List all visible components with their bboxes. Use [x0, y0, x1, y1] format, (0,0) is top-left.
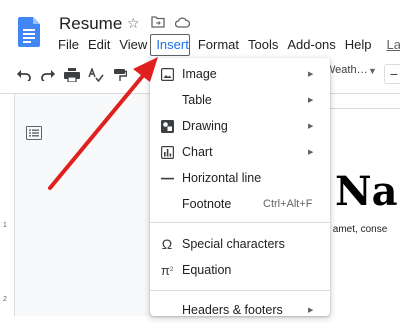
google-docs-logo-icon[interactable] — [18, 17, 40, 47]
cloud-status-icon[interactable] — [175, 17, 190, 28]
omega-icon: Ω — [161, 236, 173, 252]
menu-addons[interactable]: Add-ons — [287, 37, 340, 53]
insert-drawing-item[interactable]: Drawing ▶ — [150, 113, 330, 139]
insert-table-item[interactable]: Table ▶ — [150, 87, 330, 113]
font-selector[interactable]: Weath… — [325, 64, 367, 84]
insert-equation-item[interactable]: π2 Equation — [150, 257, 330, 283]
move-folder-icon[interactable] — [151, 16, 165, 28]
submenu-arrow-icon: ▶ — [308, 123, 314, 130]
insert-horizontal-line-item[interactable]: Horizontal line — [150, 165, 330, 191]
insert-special-characters-item[interactable]: Ω Special characters — [150, 231, 330, 257]
menu-item-label: Headers & footers — [182, 303, 283, 317]
insert-chart-item[interactable]: Chart ▶ — [150, 139, 330, 165]
submenu-arrow-icon: ▶ — [308, 97, 314, 104]
menu-tools[interactable]: Tools — [248, 37, 283, 53]
pi-icon: π2 — [160, 262, 174, 278]
menu-item-label: Table — [182, 93, 212, 107]
menu-format[interactable]: Format — [198, 37, 244, 53]
star-icon[interactable]: ☆ — [127, 15, 140, 32]
horizontal-line-icon — [160, 171, 174, 185]
document-title[interactable]: Resume — [59, 14, 122, 34]
font-dropdown-chevron-icon[interactable]: ▼ — [368, 66, 377, 76]
menu-view[interactable]: View — [119, 37, 152, 53]
submenu-arrow-icon: ▶ — [308, 149, 314, 156]
insert-footnote-item[interactable]: Footnote Ctrl+Alt+F — [150, 191, 330, 217]
horizontal-ruler — [330, 94, 400, 109]
menu-item-label: Equation — [182, 263, 232, 277]
image-icon — [160, 67, 174, 81]
menu-item-label: Footnote — [182, 197, 232, 211]
document-body-text[interactable]: sit amet, conse — [320, 224, 387, 235]
insert-headers-footers-item[interactable]: Headers & footers ▶ — [150, 297, 330, 323]
document-outline-icon[interactable] — [26, 126, 42, 140]
spellcheck-icon[interactable] — [84, 63, 108, 87]
menu-edit[interactable]: Edit — [88, 37, 115, 53]
menu-help[interactable]: Help — [345, 37, 377, 53]
submenu-arrow-icon: ▶ — [308, 71, 314, 78]
insert-image-item[interactable]: Image ▶ — [150, 61, 330, 87]
ruler-number: 1 — [3, 222, 7, 229]
menu-item-label: Special characters — [182, 237, 285, 251]
menu-bar: File Edit View Insert Format Tools Add-o… — [58, 37, 400, 53]
menu-item-label: Horizontal line — [182, 171, 262, 185]
redo-icon[interactable] — [36, 63, 60, 87]
submenu-arrow-icon: ▶ — [308, 307, 314, 314]
drawing-icon — [160, 119, 174, 133]
paint-format-icon[interactable] — [108, 63, 132, 87]
keyboard-shortcut: Ctrl+Alt+F — [263, 198, 313, 210]
menu-item-label: Image — [182, 67, 217, 81]
decrease-font-size-button[interactable]: − — [384, 64, 400, 84]
print-icon[interactable] — [60, 63, 84, 87]
menu-separator — [150, 222, 330, 223]
menu-file[interactable]: File — [58, 37, 84, 53]
undo-icon[interactable] — [12, 63, 36, 87]
menu-separator — [150, 290, 330, 291]
last-edit-link[interactable]: Las — [387, 37, 400, 53]
menu-item-label: Drawing — [182, 119, 228, 133]
insert-menu-highlight — [150, 34, 190, 56]
chart-icon — [160, 145, 174, 159]
insert-dropdown-menu: Image ▶ Table ▶ Drawing ▶ Chart ▶ Horizo… — [150, 58, 330, 317]
ruler-number: 2 — [3, 296, 7, 303]
vertical-ruler — [0, 94, 15, 316]
menu-item-label: Chart — [182, 145, 213, 159]
